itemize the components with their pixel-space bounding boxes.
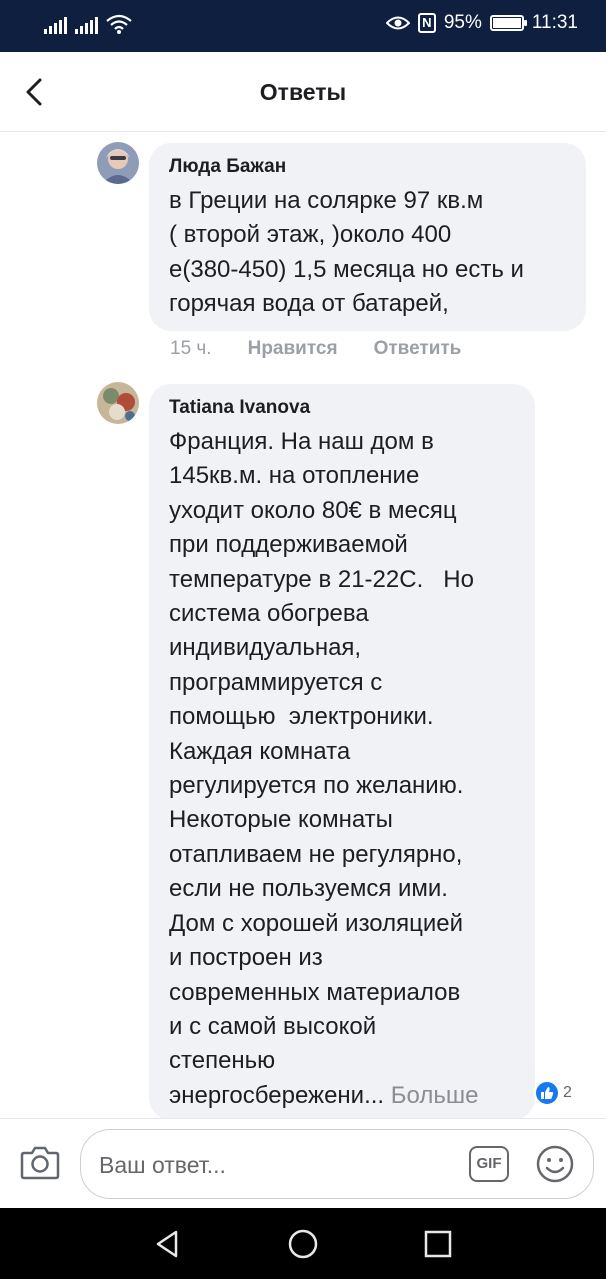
reply-input[interactable] (99, 1148, 439, 1182)
comment-text: Франция. На наш дом в 145кв.м. на отопле… (169, 428, 474, 1109)
signal-icon (75, 14, 98, 34)
clock: 11:31 (531, 12, 578, 33)
signal-icon (44, 14, 67, 34)
see-more-link[interactable]: Больше (391, 1082, 479, 1109)
reply-input-container[interactable]: GIF (80, 1129, 594, 1199)
comment-author[interactable]: Люда Бажан (169, 153, 566, 181)
back-triangle-icon (156, 1230, 178, 1258)
camera-icon (20, 1146, 60, 1180)
comment-bubble: Tatiana Ivanova Франция. На наш дом в 14… (149, 384, 535, 1120)
recents-square-icon (424, 1230, 452, 1258)
emoji-button[interactable] (535, 1144, 575, 1184)
app-header: Ответы (0, 52, 606, 132)
comment-bubble: Люда Бажан в Греции на солярке 97 кв.м (… (149, 143, 586, 331)
comment-text: в Греции на солярке 97 кв.м ( второй эта… (169, 187, 524, 318)
reaction-count: 2 (563, 1084, 572, 1101)
status-bar: N 95% 11:31 (0, 0, 606, 52)
status-left (44, 14, 132, 34)
camera-button[interactable] (20, 1143, 60, 1181)
screen: N 95% 11:31 Ответы Люда Бажан в Греции н… (0, 0, 606, 1279)
home-circle-icon (288, 1229, 318, 1259)
nav-recents-button[interactable] (422, 1228, 454, 1260)
smiley-icon (536, 1145, 574, 1183)
reply-button[interactable]: Ответить (374, 338, 462, 360)
like-icon (534, 1080, 560, 1106)
reaction-summary[interactable]: 2 (534, 1080, 572, 1106)
status-right: N 95% 11:31 (385, 12, 578, 34)
nav-home-button[interactable] (287, 1228, 319, 1260)
like-button[interactable]: Нравится (248, 338, 338, 360)
gif-button[interactable]: GIF (469, 1146, 509, 1182)
comment-text-wrap: Франция. На наш дом в 145кв.м. на отопле… (169, 425, 515, 1113)
avatar-photo-icon (97, 142, 139, 184)
avatar[interactable] (97, 382, 139, 424)
battery-fill (492, 18, 522, 28)
avatar-photo-icon (97, 382, 139, 424)
avatar[interactable] (97, 142, 139, 184)
nfc-icon: N (417, 13, 436, 33)
comment-timestamp: 15 ч. (170, 338, 212, 359)
eye-icon (385, 16, 410, 30)
battery-icon (489, 15, 527, 31)
system-nav-bar (0, 1208, 606, 1279)
comment-author[interactable]: Tatiana Ivanova (169, 394, 515, 422)
compose-bar: GIF (0, 1118, 606, 1208)
wifi-icon (106, 14, 132, 34)
page-title: Ответы (259, 79, 347, 105)
comment-actions: 15 ч. Нравится Ответить (170, 338, 461, 360)
nav-back-button[interactable] (152, 1228, 184, 1260)
battery-percent: 95% (443, 12, 482, 33)
